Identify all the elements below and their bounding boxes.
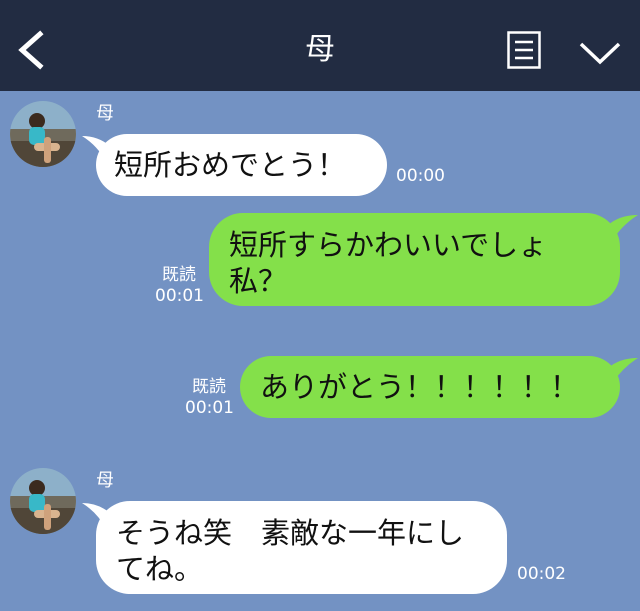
read-receipt: 既読 bbox=[192, 377, 226, 397]
message-time: 00:00 bbox=[396, 166, 445, 186]
avatar[interactable] bbox=[10, 101, 76, 167]
chat-title: 母 bbox=[305, 32, 335, 67]
avatar[interactable] bbox=[10, 468, 76, 534]
read-receipt: 既読 bbox=[162, 265, 196, 285]
message-time: 00:01 bbox=[185, 398, 234, 418]
sender-name: 母 bbox=[96, 103, 114, 124]
message-time: 00:02 bbox=[517, 564, 566, 584]
message-bubble[interactable]: 短所おめでとう！ bbox=[96, 134, 387, 196]
message-bubble[interactable]: 短所すらかわいいでしょ私？ bbox=[209, 213, 620, 306]
message-bubble[interactable]: ありがとう！！！！！！ bbox=[240, 356, 620, 418]
notes-menu-icon[interactable] bbox=[507, 31, 541, 69]
chevron-down-icon[interactable] bbox=[578, 38, 622, 68]
message-time: 00:01 bbox=[155, 286, 204, 306]
chat-header: 母 bbox=[0, 0, 640, 91]
sender-name: 母 bbox=[96, 470, 114, 491]
message-bubble[interactable]: そうね笑 素敵な一年にしてね。 bbox=[96, 501, 507, 594]
